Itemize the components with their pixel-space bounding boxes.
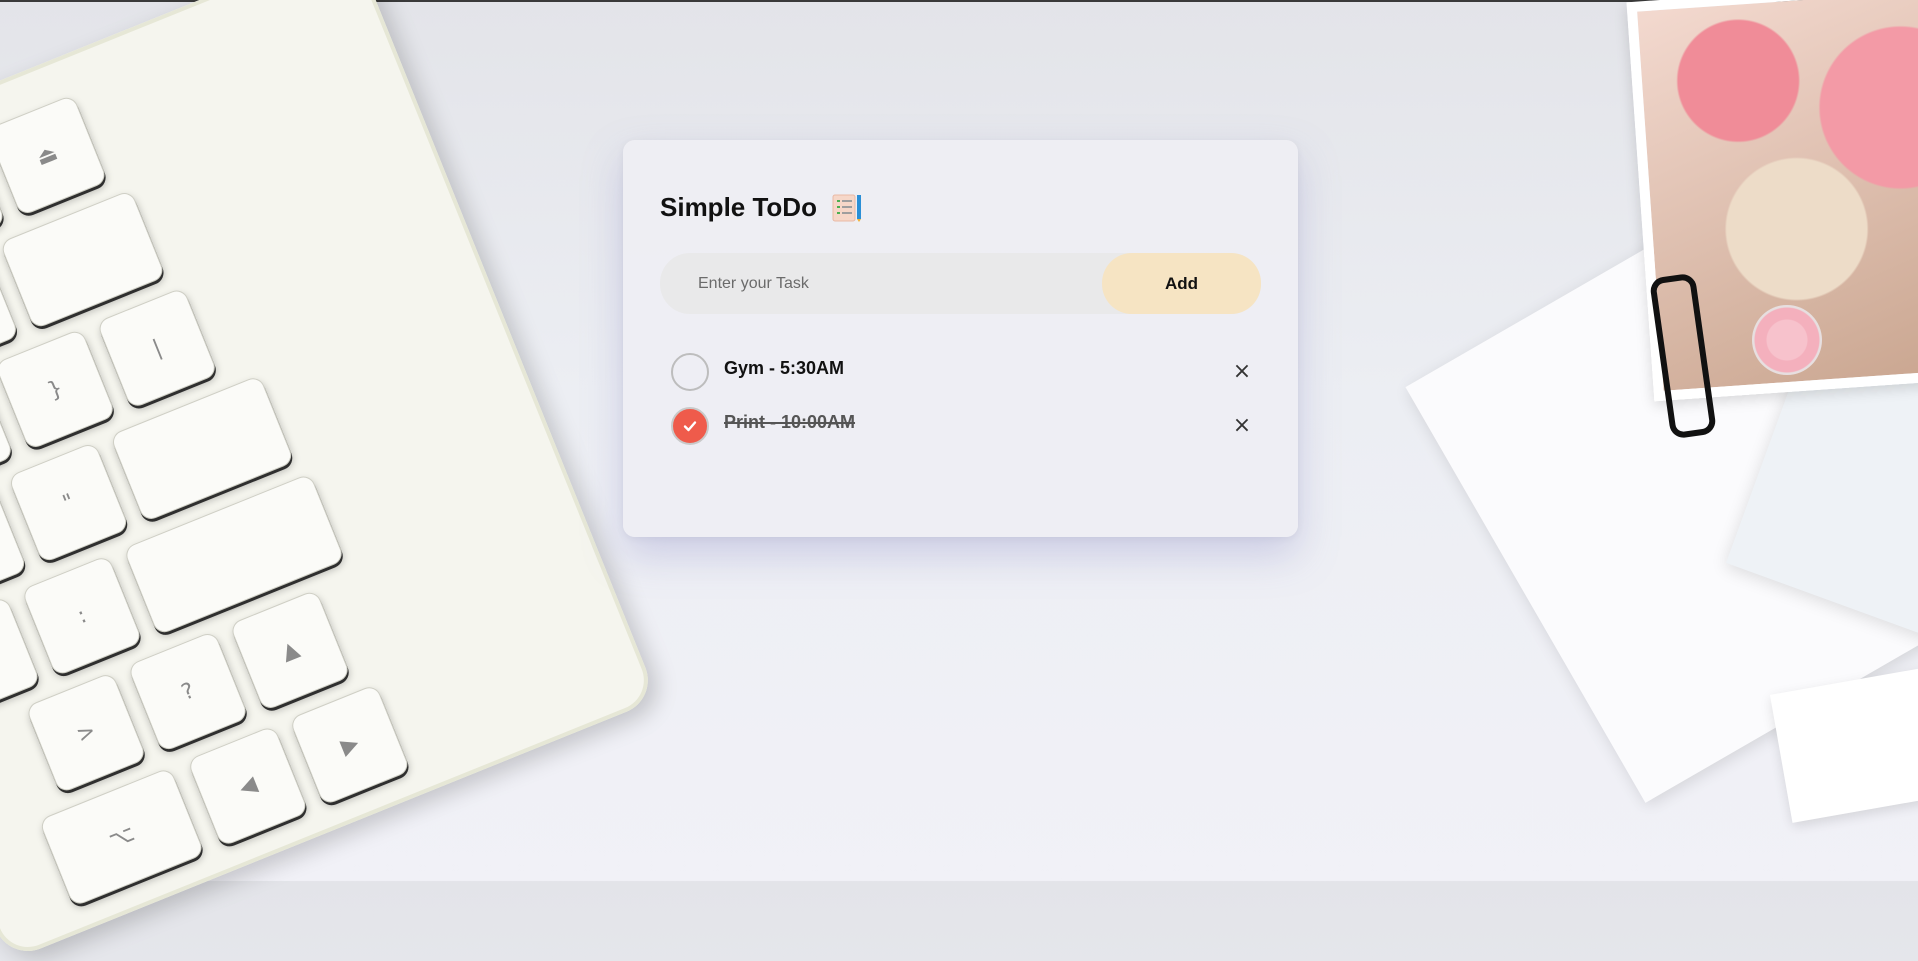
keyboard-key: ? <box>126 630 250 753</box>
task-input[interactable] <box>660 253 1100 314</box>
keyboard-key: } <box>0 328 117 451</box>
task-checkbox-checked[interactable] <box>671 407 709 445</box>
background-business-card <box>1769 667 1918 823</box>
keyboard-key: ▲ <box>228 589 352 712</box>
background-keyboard-image: 🔉 🔊 ⏏ − + { } | P " L : > ? ▲ ⌥ ◀ ▶ <box>0 0 659 961</box>
checkmark-icon <box>683 421 697 432</box>
keyboard-key: ◀ <box>186 724 310 848</box>
background-rose-image <box>1752 305 1822 375</box>
app-title: Simple ToDo <box>660 192 817 222</box>
keyboard-key: | <box>95 286 219 410</box>
task-text[interactable]: Gym - 5:30AM <box>724 353 844 389</box>
keyboard-key: > <box>24 671 148 794</box>
app-header: Simple ToDo <box>660 192 863 223</box>
clipboard-list-icon <box>831 193 863 223</box>
task-text[interactable]: Print - 10:00AM <box>724 407 855 443</box>
task-checkbox[interactable] <box>671 353 709 391</box>
keyboard-key: " <box>7 441 130 564</box>
keyboard-key: ⏏ <box>0 94 109 217</box>
close-icon[interactable]: × <box>1229 412 1255 438</box>
list-item: Gym - 5:30AM × <box>671 353 1261 407</box>
todo-card: Simple ToDo Add Gym - 5:30AM × <box>623 140 1298 537</box>
keyboard-key: ▶ <box>288 683 412 807</box>
keyboard-key: : <box>20 554 144 677</box>
task-form: Add <box>660 253 1261 314</box>
close-icon[interactable]: × <box>1229 358 1255 384</box>
task-list: Gym - 5:30AM × Print - 10:00AM × <box>671 353 1261 461</box>
add-button[interactable]: Add <box>1102 253 1261 314</box>
list-item: Print - 10:00AM × <box>671 407 1261 461</box>
